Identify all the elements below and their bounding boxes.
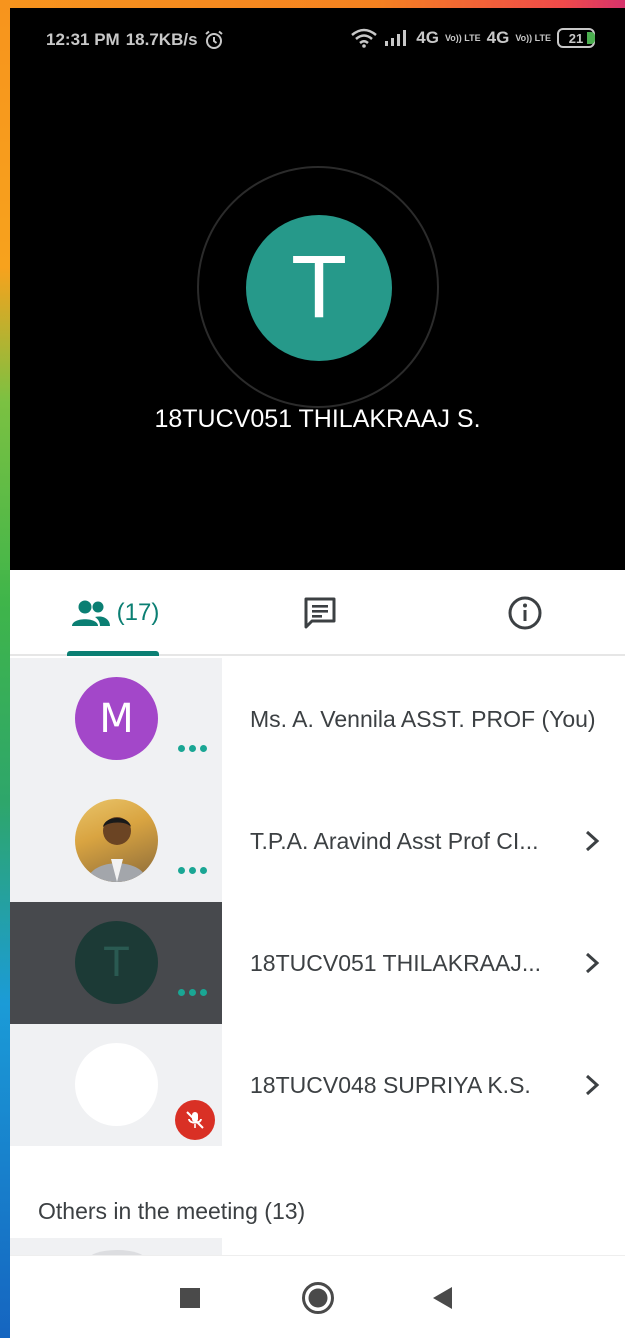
chevron-right-icon[interactable] [582, 902, 602, 1024]
participant-name: 18TUCV051 THILAKRAAJ... [250, 949, 542, 976]
people-icon [71, 600, 110, 626]
network-type-1: 4G [416, 28, 439, 47]
participant-tile: T [10, 902, 222, 1024]
alarm-icon [204, 30, 223, 49]
participant-row[interactable]: T 18TUCV051 THILAKRAAJ... [10, 902, 625, 1024]
tab-chat[interactable] [280, 570, 360, 656]
chat-icon [304, 597, 336, 629]
participant-name: 18TUCV048 SUPRIYA K.S. [250, 1071, 531, 1098]
status-time: 12:31 PM [46, 30, 120, 49]
main-video-area[interactable]: 12:31 PM 18.7KB/s 4G Vo)) LTE 4G Vo)) LT… [10, 8, 625, 570]
recording-border-top [0, 0, 625, 8]
participant-row[interactable]: M Ms. A. Vennila ASST. PROF (You) [10, 658, 625, 780]
square-icon[interactable] [160, 1256, 220, 1338]
signal-icon [385, 30, 407, 46]
active-tab-indicator [67, 651, 159, 656]
participant-row[interactable]: T.P.A. Aravind Asst Prof CI... [10, 780, 625, 902]
mic-off-icon [175, 1100, 215, 1140]
participant-name: Ms. A. Vennila ASST. PROF (You) [250, 705, 596, 732]
chevron-right-icon[interactable] [582, 1024, 602, 1146]
speaking-dots-icon [178, 867, 207, 874]
battery-indicator: 21 [557, 28, 595, 48]
circle-icon[interactable] [288, 1256, 348, 1338]
others-heading: Others in the meeting (13) [38, 1198, 306, 1224]
main-speaker-avatar: T [246, 215, 392, 361]
avatar-photo [75, 799, 158, 882]
volte-label-2: Vo)) LTE [515, 32, 551, 43]
recording-border-left [0, 0, 10, 1338]
status-speed: 18.7KB/s [125, 30, 198, 49]
participant-row[interactable]: 18TUCV048 SUPRIYA K.S. [10, 1024, 625, 1146]
tab-info[interactable] [485, 570, 565, 656]
participant-tile [10, 780, 222, 902]
volte-label-1: Vo)) LTE [444, 32, 481, 43]
people-count: (17) [116, 599, 160, 626]
participant-tile: M [10, 658, 222, 780]
status-bar: 12:31 PM 18.7KB/s 4G Vo)) LTE 4G Vo)) LT… [10, 8, 625, 72]
person-photo-icon [87, 817, 147, 882]
speaking-dots-icon [178, 989, 207, 996]
back-triangle-icon[interactable] [413, 1256, 473, 1338]
info-icon [508, 596, 542, 630]
main-speaker-name: 18TUCV051 THILAKRAAJ S. [154, 405, 481, 433]
system-nav-bar [10, 1255, 625, 1338]
chevron-right-icon[interactable] [582, 780, 602, 902]
speaking-dots-icon [178, 745, 207, 752]
avatar: M [75, 677, 158, 760]
side-panel: (17) M Ms. A. Vennila ASST. PROF (You) T… [10, 570, 625, 1338]
panel-tabs: (17) [10, 570, 625, 656]
network-type-2: 4G [486, 28, 510, 47]
tab-people[interactable]: (17) [50, 570, 180, 656]
avatar [75, 1043, 158, 1126]
phone-screen: 12:31 PM 18.7KB/s 4G Vo)) LTE 4G Vo)) LT… [10, 8, 625, 1338]
participant-name: T.P.A. Aravind Asst Prof CI... [250, 827, 539, 854]
participant-tile [10, 1024, 222, 1146]
avatar: T [75, 921, 158, 1004]
wifi-icon [351, 28, 378, 48]
battery-level: 21 [568, 30, 584, 46]
